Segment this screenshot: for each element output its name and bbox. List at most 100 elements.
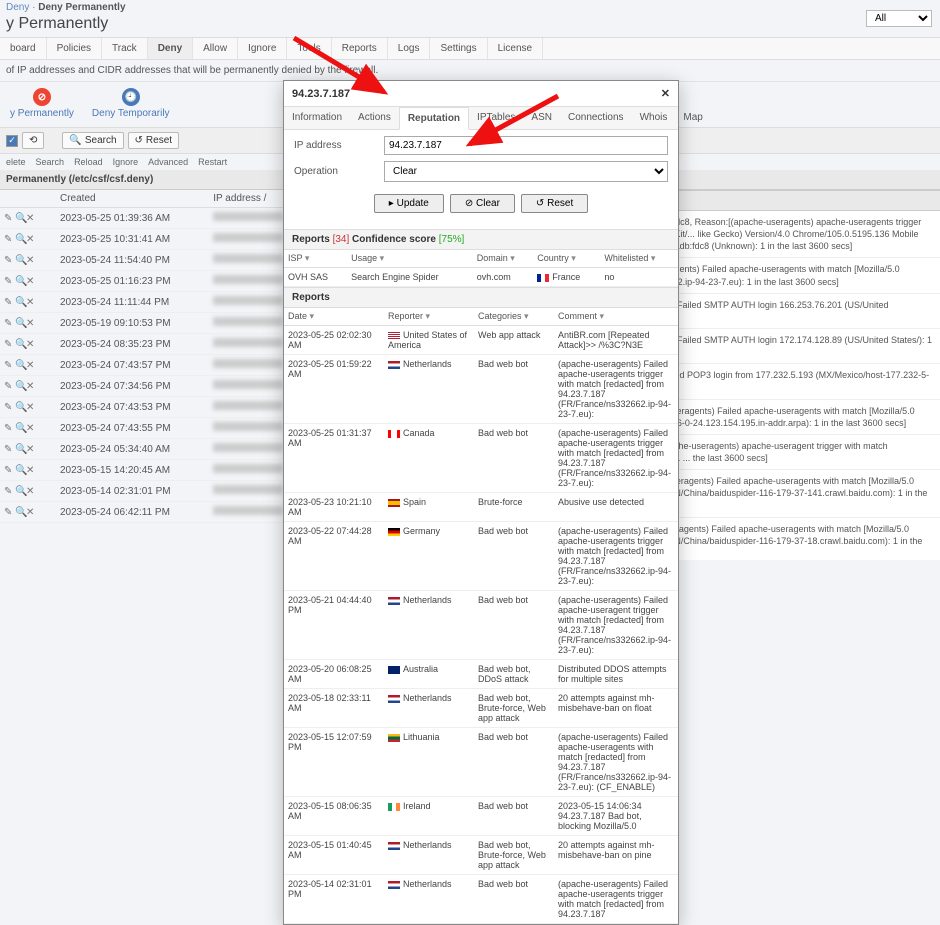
tool-ignore[interactable]: Ignore <box>113 157 139 167</box>
tab-deny[interactable]: Deny <box>148 38 193 59</box>
search-icon[interactable]: 🔍 <box>15 507 25 517</box>
search-icon[interactable]: 🔍 <box>15 444 25 454</box>
tab-board[interactable]: board <box>0 38 47 59</box>
tab-track[interactable]: Track <box>102 38 148 59</box>
search-icon[interactable]: 🔍 <box>15 402 25 412</box>
edit-icon[interactable]: ✎ <box>4 381 14 391</box>
delete-icon[interactable]: ✕ <box>26 339 36 349</box>
delete-icon[interactable]: ✕ <box>26 297 36 307</box>
search-icon[interactable]: 🔍 <box>15 423 25 433</box>
update-button[interactable]: ▸ Update <box>374 194 444 213</box>
action-y-permanently[interactable]: ⊘y Permanently <box>10 88 74 119</box>
delete-icon[interactable]: ✕ <box>26 486 36 496</box>
edit-icon[interactable]: ✎ <box>4 423 14 433</box>
delete-icon[interactable]: ✕ <box>26 465 36 475</box>
tool-elete[interactable]: elete <box>6 157 26 167</box>
tool-search[interactable]: Search <box>36 157 65 167</box>
edit-icon[interactable]: ✎ <box>4 402 14 412</box>
table-row[interactable]: ✎🔍✕2023-05-24 06:42:11 PM <box>0 502 310 523</box>
table-row[interactable]: ✎🔍✕2023-05-24 07:43:57 PM <box>0 355 310 376</box>
modal-reset-button[interactable]: ↺ Reset <box>521 194 588 213</box>
search-icon[interactable]: 🔍 <box>15 339 25 349</box>
tab-license[interactable]: License <box>488 38 543 59</box>
tab-ignore[interactable]: Ignore <box>238 38 287 59</box>
mtab-whois[interactable]: Whois <box>632 107 676 129</box>
refresh-button[interactable]: ⟲ <box>22 132 44 149</box>
select-all-checkbox[interactable]: ✓ <box>6 135 18 147</box>
close-icon[interactable]: ✕ <box>661 87 670 100</box>
search-icon[interactable]: 🔍 <box>15 381 25 391</box>
search-icon[interactable]: 🔍 <box>15 486 25 496</box>
search-button[interactable]: 🔍 Search <box>62 132 123 149</box>
search-icon[interactable]: 🔍 <box>15 360 25 370</box>
col-reporter[interactable]: Reporter <box>384 308 474 326</box>
mtab-connections[interactable]: Connections <box>560 107 632 129</box>
table-row[interactable]: ✎🔍✕2023-05-24 11:11:44 PM <box>0 292 310 313</box>
clear-button[interactable]: ⊘ Clear <box>450 194 515 213</box>
delete-icon[interactable]: ✕ <box>26 213 36 223</box>
edit-icon[interactable]: ✎ <box>4 465 14 475</box>
edit-icon[interactable]: ✎ <box>4 339 14 349</box>
edit-icon[interactable]: ✎ <box>4 234 14 244</box>
tab-allow[interactable]: Allow <box>193 38 238 59</box>
filter-all-select[interactable]: All <box>866 10 932 27</box>
delete-icon[interactable]: ✕ <box>26 318 36 328</box>
table-row[interactable]: ✎🔍✕2023-05-24 07:43:53 PM <box>0 397 310 418</box>
edit-icon[interactable]: ✎ <box>4 276 14 286</box>
search-icon[interactable]: 🔍 <box>15 234 25 244</box>
tool-restart[interactable]: Restart <box>198 157 227 167</box>
tab-policies[interactable]: Policies <box>47 38 102 59</box>
table-row[interactable]: ✎🔍✕2023-05-19 09:10:53 PM <box>0 313 310 334</box>
edit-icon[interactable]: ✎ <box>4 213 14 223</box>
tab-settings[interactable]: Settings <box>430 38 487 59</box>
search-icon[interactable]: 🔍 <box>15 255 25 265</box>
tool-reload[interactable]: Reload <box>74 157 103 167</box>
col-domain[interactable]: Domain <box>473 250 534 268</box>
delete-icon[interactable]: ✕ <box>26 234 36 244</box>
col-comment[interactable]: Comment <box>554 308 678 326</box>
isp-table: ISP Usage Domain Country Whitelisted OVH… <box>284 250 678 287</box>
search-icon[interactable]: 🔍 <box>15 297 25 307</box>
search-icon[interactable]: 🔍 <box>15 318 25 328</box>
table-row[interactable]: ✎🔍✕2023-05-24 05:34:40 AM <box>0 439 310 460</box>
action-deny-temporarily[interactable]: 🕘Deny Temporarily <box>92 88 170 119</box>
edit-icon[interactable]: ✎ <box>4 318 14 328</box>
edit-icon[interactable]: ✎ <box>4 255 14 265</box>
delete-icon[interactable]: ✕ <box>26 402 36 412</box>
table-row[interactable]: ✎🔍✕2023-05-24 08:35:23 PM <box>0 334 310 355</box>
report-row: 2023-05-15 08:06:35 AMIrelandBad web bot… <box>284 797 678 836</box>
col-country[interactable]: Country <box>533 250 600 268</box>
table-row[interactable]: ✎🔍✕2023-05-14 02:31:01 PM <box>0 481 310 502</box>
edit-icon[interactable]: ✎ <box>4 507 14 517</box>
edit-icon[interactable]: ✎ <box>4 444 14 454</box>
col-isp[interactable]: ISP <box>284 250 347 268</box>
edit-icon[interactable]: ✎ <box>4 297 14 307</box>
tool-advanced[interactable]: Advanced <box>148 157 188 167</box>
col-date[interactable]: Date <box>284 308 384 326</box>
table-row[interactable]: ✎🔍✕2023-05-25 10:31:41 AM <box>0 229 310 250</box>
delete-icon[interactable]: ✕ <box>26 381 36 391</box>
col-usage[interactable]: Usage <box>347 250 473 268</box>
delete-icon[interactable]: ✕ <box>26 444 36 454</box>
edit-icon[interactable]: ✎ <box>4 360 14 370</box>
search-icon[interactable]: 🔍 <box>15 276 25 286</box>
mtab-map[interactable]: Map <box>675 107 710 129</box>
col-created[interactable]: Created <box>56 190 209 208</box>
search-icon[interactable]: 🔍 <box>15 213 25 223</box>
reset-button[interactable]: ↺ Reset <box>128 132 180 149</box>
delete-icon[interactable]: ✕ <box>26 423 36 433</box>
delete-icon[interactable]: ✕ <box>26 360 36 370</box>
delete-icon[interactable]: ✕ <box>26 255 36 265</box>
delete-icon[interactable]: ✕ <box>26 507 36 517</box>
table-row[interactable]: ✎🔍✕2023-05-24 11:54:40 PM <box>0 250 310 271</box>
search-icon[interactable]: 🔍 <box>15 465 25 475</box>
table-row[interactable]: ✎🔍✕2023-05-25 01:16:23 PM <box>0 271 310 292</box>
delete-icon[interactable]: ✕ <box>26 276 36 286</box>
table-row[interactable]: ✎🔍✕2023-05-15 14:20:45 AM <box>0 460 310 481</box>
table-row[interactable]: ✎🔍✕2023-05-25 01:39:36 AM <box>0 208 310 229</box>
table-row[interactable]: ✎🔍✕2023-05-24 07:43:55 PM <box>0 418 310 439</box>
table-row[interactable]: ✎🔍✕2023-05-24 07:34:56 PM <box>0 376 310 397</box>
edit-icon[interactable]: ✎ <box>4 486 14 496</box>
col-categories[interactable]: Categories <box>474 308 554 326</box>
col-whitelisted[interactable]: Whitelisted <box>600 250 678 268</box>
